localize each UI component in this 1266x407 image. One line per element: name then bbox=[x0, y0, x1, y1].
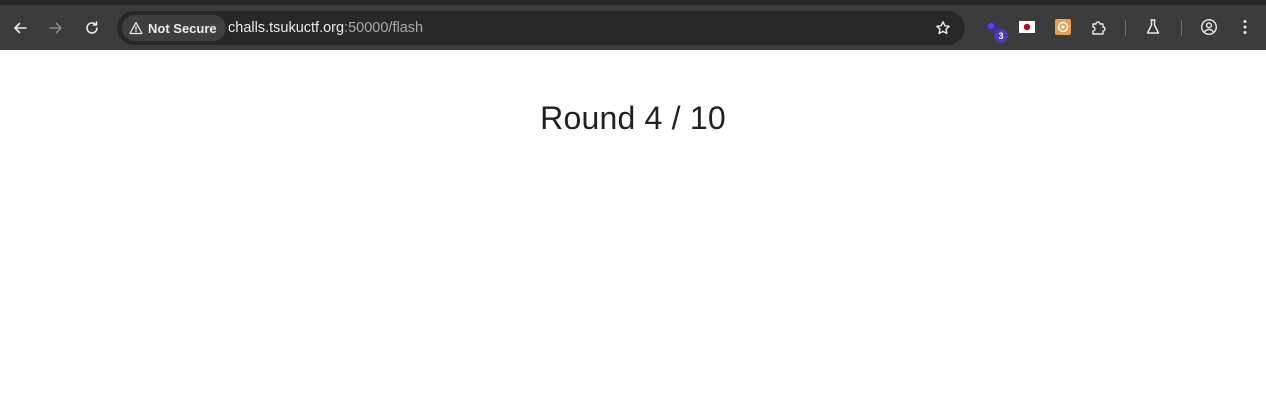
url-host: challs.tsukuctf.org bbox=[228, 20, 345, 36]
arrow-right-icon bbox=[49, 22, 62, 34]
shield-extension-button[interactable]: 3 bbox=[979, 14, 1008, 43]
star-icon bbox=[936, 21, 950, 35]
address-bar[interactable]: Not Secure challs.tsukuctf.org:50000/fla… bbox=[117, 11, 965, 45]
forward-button[interactable] bbox=[40, 12, 72, 44]
back-button[interactable] bbox=[4, 12, 36, 44]
url-text[interactable]: challs.tsukuctf.org:50000/flash bbox=[228, 11, 423, 45]
browser-toolbar: Not Secure challs.tsukuctf.org:50000/fla… bbox=[0, 0, 1266, 50]
toolbar-separator bbox=[1125, 20, 1126, 36]
reload-icon bbox=[86, 21, 98, 34]
extension-badge: 3 bbox=[994, 29, 1008, 43]
puzzle-piece-icon bbox=[1092, 21, 1106, 35]
security-chip[interactable]: Not Secure bbox=[122, 15, 226, 41]
japan-flag-icon bbox=[1019, 21, 1035, 33]
account-circle-icon bbox=[1200, 18, 1218, 36]
url-path: :50000/flash bbox=[344, 20, 424, 36]
tab-strip-edge bbox=[0, 2, 1266, 5]
profile-button[interactable] bbox=[1196, 14, 1222, 40]
more-vertical-icon bbox=[1243, 20, 1247, 34]
bookmark-star-button[interactable] bbox=[931, 16, 955, 40]
browser-menu-button[interactable] bbox=[1232, 14, 1258, 40]
orange-extension-icon bbox=[1055, 19, 1071, 35]
extensions-menu-button[interactable] bbox=[1086, 14, 1112, 40]
japan-flag-extension-button[interactable] bbox=[1014, 14, 1040, 40]
security-label: Not Secure bbox=[148, 20, 217, 36]
orange-extension-button[interactable] bbox=[1050, 14, 1076, 40]
round-heading: Round 4 / 10 bbox=[540, 100, 726, 136]
page-content: Round 4 / 10 bbox=[0, 50, 1266, 407]
labs-button[interactable] bbox=[1140, 14, 1166, 40]
reload-button[interactable] bbox=[76, 12, 108, 44]
warning-triangle-icon bbox=[129, 21, 143, 35]
arrow-left-icon bbox=[14, 22, 27, 34]
toolbar-separator bbox=[1181, 20, 1182, 36]
flask-icon bbox=[1146, 19, 1160, 34]
